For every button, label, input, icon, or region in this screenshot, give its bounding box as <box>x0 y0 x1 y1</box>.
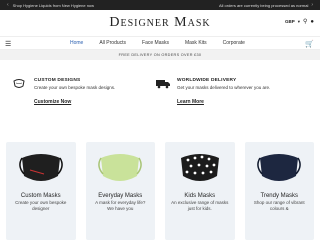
feature-desc: Create your own bespoke mask designs. <box>34 85 116 90</box>
feature-worldwide-delivery: WORLDWIDE DELIVERY Get your masks delive… <box>155 78 288 142</box>
category-name[interactable]: Everyday Masks <box>86 193 156 199</box>
feature-desc: Get your masks delivered to wherever you… <box>177 85 271 90</box>
category-card-everyday[interactable]: Everyday Masks A mask for everyday life?… <box>85 142 156 240</box>
nav-item-all-products[interactable]: All Products <box>91 40 134 46</box>
chevron-left-icon[interactable]: ‹ <box>7 2 9 8</box>
category-name[interactable]: Trendy Masks <box>245 193 315 199</box>
category-card-kids[interactable]: Kids Masks An exclusive range of masks j… <box>165 142 235 240</box>
user-icon[interactable]: ● <box>310 19 314 25</box>
chevron-right-icon[interactable]: › <box>311 2 313 8</box>
chevron-down-icon[interactable]: ▾ <box>298 19 300 25</box>
category-desc: A mask for everyday life? We have you <box>95 200 146 211</box>
nav-item-corporate[interactable]: Corporate <box>215 40 253 46</box>
announcement-left[interactable]: ‹ Shop Hygiene Liquids from New Hygiene … <box>7 2 94 8</box>
features-section: CUSTOM DESIGNS Create your own bespoke m… <box>0 60 320 142</box>
nav-items: Home All Products Face Masks Mask Kits C… <box>62 40 253 46</box>
product-categories: Custom Masks Create your own bespoke des… <box>0 142 320 240</box>
customize-now-link[interactable]: Customize Now <box>34 99 145 105</box>
navy-mask-image <box>257 154 302 181</box>
announcement-text[interactable]: Shop Hygiene Liquids from New Hygiene no… <box>13 3 94 8</box>
cart-icon[interactable]: 🛒 <box>305 40 314 48</box>
header-right: GBP ▾ ⚲ ● <box>285 18 314 26</box>
main-nav: ☰ Home All Products Face Masks Mask Kits… <box>0 36 320 50</box>
feature-custom-designs: CUSTOM DESIGNS Create your own bespoke m… <box>12 78 145 142</box>
feature-title: WORLDWIDE DELIVERY <box>177 78 237 83</box>
category-card-custom[interactable]: Custom Masks Create your own bespoke des… <box>6 142 76 240</box>
site-header: Designer Mask GBP ▾ ⚲ ● <box>0 10 320 36</box>
green-mask-image <box>98 154 143 181</box>
category-name[interactable]: Kids Masks <box>165 193 235 199</box>
category-name[interactable]: Custom Masks <box>6 193 76 199</box>
site-logo[interactable]: Designer Mask <box>109 15 210 31</box>
category-desc: An exclusive range of masks just for kid… <box>171 200 229 211</box>
delivery-truck-icon <box>155 78 171 90</box>
mask-icon <box>12 78 28 90</box>
status-text: All orders are currently being processed… <box>218 2 309 8</box>
announcement-bar: ‹ Shop Hygiene Liquids from New Hygiene … <box>0 0 320 10</box>
menu-icon[interactable]: ☰ <box>5 40 11 48</box>
category-desc: Shop our range of vibrant colours & <box>253 200 305 211</box>
search-icon[interactable]: ⚲ <box>303 18 307 25</box>
nav-item-home[interactable]: Home <box>62 40 91 46</box>
dotted-mask-image <box>180 154 219 181</box>
nav-item-mask-kits[interactable]: Mask Kits <box>177 40 215 46</box>
learn-more-link[interactable]: Learn More <box>177 99 288 105</box>
currency-selector[interactable]: GBP <box>285 19 295 24</box>
delivery-banner: FREE DELIVERY ON ORDERS OVER £30 <box>0 50 320 60</box>
nav-item-face-masks[interactable]: Face Masks <box>134 40 177 46</box>
announcement-right: All orders are currently being processed… <box>219 2 313 8</box>
feature-title: CUSTOM DESIGNS <box>34 78 81 83</box>
category-desc: Create your own bespoke designer <box>15 200 67 211</box>
black-mask-image <box>18 154 63 181</box>
category-card-trendy[interactable]: Trendy Masks Shop our range of vibrant c… <box>244 142 315 240</box>
